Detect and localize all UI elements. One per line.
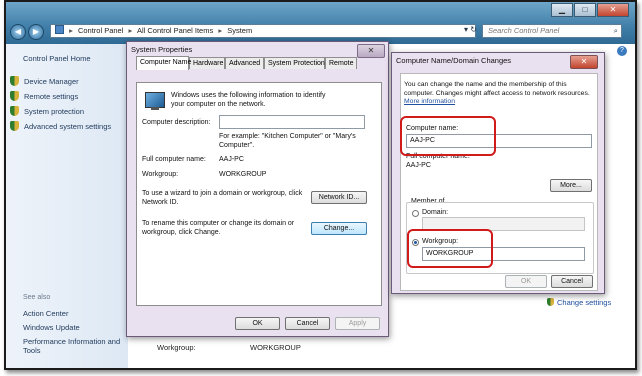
computer-monitor-icon [145, 92, 165, 110]
breadcrumb-chevron-icon: ▸ [128, 26, 133, 35]
change-settings-label: Change settings [557, 298, 612, 307]
computer-name-highlight [400, 116, 496, 156]
sidebar-item-label: Device Manager [24, 76, 79, 86]
explorer-titlebar: ▁ □ ✕ ◀ ▶ ▸ Control Panel ▸ All Control … [6, 2, 635, 44]
help-icon[interactable]: ? [617, 46, 627, 56]
breadcrumb-control-panel[interactable]: Control Panel [78, 26, 123, 35]
control-panel-home-link[interactable]: Control Panel Home [23, 54, 91, 63]
close-icon[interactable]: ✕ [570, 55, 598, 69]
ok-button[interactable]: OK [235, 317, 280, 330]
sidebar-item-label: Advanced system settings [24, 121, 112, 131]
main-workgroup-value: WORKGROUP [250, 343, 301, 352]
window-controls: ▁ □ ✕ [550, 3, 629, 17]
tab-hardware[interactable]: Hardware [189, 57, 225, 69]
shield-icon [547, 298, 554, 306]
breadcrumb-all-items[interactable]: All Control Panel Items [137, 26, 213, 35]
network-id-button[interactable]: Network ID... [311, 191, 367, 204]
apply-button[interactable]: Apply [335, 317, 380, 330]
tab-system-protection[interactable]: System Protection [264, 57, 325, 69]
full-name-label: Full computer name: [142, 156, 206, 163]
sidebar-item-label: Remote settings [24, 91, 79, 101]
performance-info-link[interactable]: Performance Information and Tools [23, 337, 128, 355]
windows-update-link[interactable]: Windows Update [23, 323, 80, 332]
shield-icon [10, 76, 19, 86]
control-panel-icon [55, 25, 64, 34]
close-icon[interactable]: ✕ [357, 44, 385, 58]
left-pane: Control Panel Home Device Manager Remote… [6, 44, 128, 368]
shield-icon [10, 91, 19, 101]
workgroup-label: Workgroup: [142, 171, 179, 178]
full-name-value: AAJ-PC [406, 162, 431, 169]
name-changes-dialog: Computer Name/Domain Changes ✕ You can c… [391, 52, 605, 294]
ok-button[interactable]: OK [505, 275, 547, 288]
domain-radio[interactable] [412, 210, 419, 217]
wizard-text: To use a wizard to join a domain or work… [142, 190, 303, 206]
workgroup-value: WORKGROUP [219, 171, 267, 178]
change-button[interactable]: Change... [311, 222, 367, 235]
tab-advanced[interactable]: Advanced [225, 57, 264, 69]
description-label: Computer description: [142, 119, 211, 126]
search-icon: ⌕ [613, 26, 618, 35]
dialog-title: System Properties [131, 45, 193, 54]
forward-arrow-icon[interactable]: ▶ [28, 24, 44, 40]
example-text: For example: "Kitchen Computer" or "Mary… [219, 133, 356, 149]
screenshot-frame: ▁ □ ✕ ◀ ▶ ▸ Control Panel ▸ All Control … [4, 0, 637, 370]
dialog-title: Computer Name/Domain Changes [396, 56, 512, 65]
sidebar-item-system-protection[interactable]: System protection [10, 106, 84, 116]
name-changes-intro: You can change the name and the membersh… [404, 81, 590, 97]
cancel-button[interactable]: Cancel [285, 317, 330, 330]
back-arrow-icon[interactable]: ◀ [10, 24, 26, 40]
intro-text: Windows uses the following information t… [171, 92, 326, 108]
see-also-heading: See also [23, 294, 51, 301]
maximize-button[interactable]: □ [574, 3, 596, 17]
shield-icon [10, 121, 19, 131]
sidebar-item-device-manager[interactable]: Device Manager [10, 76, 79, 86]
minimize-button[interactable]: ▁ [551, 3, 573, 17]
sidebar-item-remote-settings[interactable]: Remote settings [10, 91, 78, 101]
shield-icon [10, 106, 19, 116]
change-settings-link[interactable]: Change settings [547, 298, 611, 307]
computer-name-panel: Windows uses the following information t… [136, 82, 382, 306]
computer-description-input[interactable] [219, 115, 365, 129]
close-window-button[interactable]: ✕ [597, 3, 629, 17]
full-name-value: AAJ-PC [219, 156, 244, 163]
action-center-link[interactable]: Action Center [23, 309, 68, 318]
sidebar-item-label: System protection [24, 106, 85, 116]
search-placeholder: Search Control Panel [488, 26, 560, 35]
tab-computer-name[interactable]: Computer Name [136, 56, 191, 70]
address-bar[interactable]: ▸ Control Panel ▸ All Control Panel Item… [50, 24, 476, 38]
search-input[interactable]: Search Control Panel ⌕ [482, 24, 622, 38]
refresh-icon[interactable]: ▾ ↻ [464, 25, 477, 34]
tab-remote[interactable]: Remote [325, 57, 357, 69]
breadcrumb-chevron-icon: ▸ [218, 26, 223, 35]
more-information-link[interactable]: More information [404, 98, 455, 107]
cancel-button[interactable]: Cancel [551, 275, 593, 288]
breadcrumb-chevron-icon: ▸ [69, 26, 73, 35]
sidebar-item-advanced-settings[interactable]: Advanced system settings [10, 121, 111, 131]
rename-text: To rename this computer or change its do… [142, 220, 295, 236]
system-properties-dialog: System Properties ✕ Computer Name Hardwa… [126, 41, 389, 337]
workgroup-highlight [407, 229, 493, 268]
more-button[interactable]: More... [550, 179, 592, 192]
main-workgroup-label: Workgroup: [157, 343, 196, 352]
breadcrumb-system[interactable]: System [227, 26, 252, 35]
